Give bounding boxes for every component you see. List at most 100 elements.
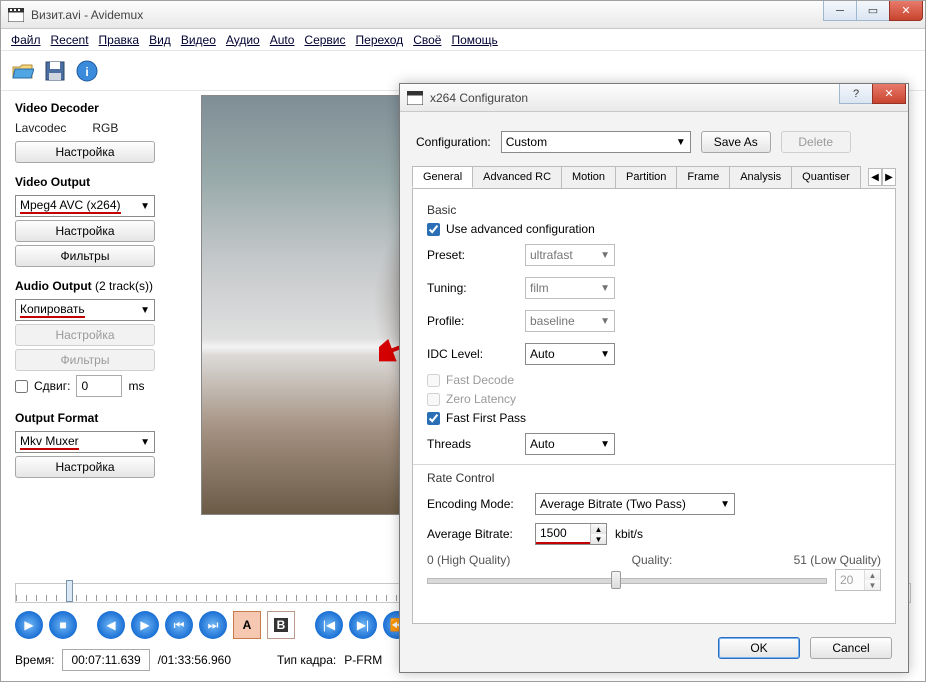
chevron-down-icon: ▼ (140, 305, 150, 316)
preset-select: ultrafast▼ (525, 244, 615, 266)
shift-label: Сдвиг: (34, 379, 70, 393)
tab-advanced-rc[interactable]: Advanced RC (472, 166, 562, 188)
shift-unit: ms (128, 379, 144, 393)
timeline-thumb[interactable] (66, 580, 73, 602)
configuration-select[interactable]: Custom▼ (501, 131, 691, 153)
frame-type-label: Тип кадра: (277, 653, 336, 667)
dialog-close-button[interactable]: ✕ (872, 84, 906, 104)
tab-general[interactable]: General (412, 166, 473, 188)
encoding-mode-select[interactable]: Average Bitrate (Two Pass)▼ (535, 493, 735, 515)
svg-text:i: i (85, 65, 88, 79)
decoder-name: Lavcodec (15, 121, 66, 135)
menu-view[interactable]: Вид (149, 33, 171, 47)
info-icon[interactable]: i (75, 59, 99, 83)
tab-content-general: Basic Use advanced configuration Preset:… (412, 189, 896, 624)
tab-analysis[interactable]: Analysis (729, 166, 792, 188)
tab-motion[interactable]: Motion (561, 166, 616, 188)
average-bitrate-spinner[interactable]: ▲▼ (535, 523, 607, 545)
audio-filters-button: Фильтры (15, 349, 155, 371)
audio-output-title: Audio Output (2 track(s)) (15, 279, 191, 293)
muxer-select[interactable]: Mkv Muxer▼ (15, 431, 155, 453)
basic-group-label: Basic (427, 203, 881, 217)
fast-first-pass-checkbox[interactable] (427, 412, 440, 425)
chevron-down-icon: ▼ (140, 201, 150, 212)
play-button[interactable]: ▶ (15, 611, 43, 639)
save-icon[interactable] (43, 59, 67, 83)
menu-custom[interactable]: Своё (413, 33, 441, 47)
main-titlebar: Визит.avi - Avidemux ─ ▭ ✕ (1, 1, 925, 29)
menu-file[interactable]: Файл (11, 33, 41, 47)
menu-video[interactable]: Видео (181, 33, 216, 47)
quality-spinner: ▲▼ (835, 569, 881, 591)
menu-audio[interactable]: Аудио (226, 33, 260, 47)
prev-keyframe-button[interactable]: ⏮ (165, 611, 193, 639)
chevron-down-icon: ▼ (676, 137, 686, 148)
menu-auto[interactable]: Auto (270, 33, 295, 47)
close-button[interactable]: ✕ (889, 1, 923, 21)
quality-slider (427, 569, 827, 591)
x264-config-dialog: x264 Configuraton ? ✕ Configuration: Cus… (399, 83, 909, 673)
configuration-label: Configuration: (416, 135, 491, 149)
window-title: Визит.avi - Avidemux (31, 8, 143, 22)
tab-scroll-right[interactable]: ▶ (882, 168, 896, 186)
decoder-configure-button[interactable]: Настройка (15, 141, 155, 163)
rate-control-label: Rate Control (427, 471, 881, 485)
spin-up-icon[interactable]: ▲ (591, 524, 606, 534)
video-filters-button[interactable]: Фильтры (15, 245, 155, 267)
tab-quantiser[interactable]: Quantiser (791, 166, 861, 188)
next-keyframe-button[interactable]: ⏭ (199, 611, 227, 639)
open-icon[interactable] (11, 59, 35, 83)
video-output-title: Video Output (15, 175, 191, 189)
format-configure-button[interactable]: Настройка (15, 456, 155, 478)
output-format-title: Output Format (15, 411, 191, 425)
menu-bar: Файл Recent Правка Вид Видео Аудио Auto … (1, 29, 925, 51)
audio-mode-select[interactable]: Копировать▼ (15, 299, 155, 321)
total-duration: /01:33:56.960 (158, 653, 231, 667)
delete-button: Delete (781, 131, 851, 153)
save-as-button[interactable]: Save As (701, 131, 771, 153)
video-configure-button[interactable]: Настройка (15, 220, 155, 242)
prev-frame-button[interactable]: ◀ (97, 611, 125, 639)
tab-scroll-left[interactable]: ◀ (868, 168, 882, 186)
goto-start-button[interactable]: |◀ (315, 611, 343, 639)
minimize-button[interactable]: ─ (823, 1, 857, 21)
time-value[interactable]: 00:07:11.639 (62, 649, 149, 671)
tuning-select: film▼ (525, 277, 615, 299)
dialog-help-button[interactable]: ? (839, 84, 873, 104)
shift-input[interactable] (76, 375, 122, 397)
zero-latency-checkbox (427, 393, 440, 406)
cancel-button[interactable]: Cancel (810, 637, 892, 659)
threads-select[interactable]: Auto▼ (525, 433, 615, 455)
next-frame-button[interactable]: ▶ (131, 611, 159, 639)
decoder-colorspace: RGB (92, 121, 118, 135)
average-bitrate-input[interactable] (536, 524, 590, 544)
profile-select: baseline▼ (525, 310, 615, 332)
menu-edit[interactable]: Правка (99, 33, 140, 47)
mark-a-button[interactable]: A (233, 611, 261, 639)
tab-frame[interactable]: Frame (676, 166, 730, 188)
use-advanced-checkbox[interactable] (427, 223, 440, 236)
dialog-title: x264 Configuraton (430, 91, 528, 105)
time-label: Время: (15, 653, 54, 667)
quality-slider-thumb (611, 571, 621, 589)
spin-down-icon[interactable]: ▼ (591, 534, 606, 544)
mark-b-button[interactable]: B (267, 611, 295, 639)
shift-checkbox[interactable] (15, 380, 28, 393)
video-decoder-title: Video Decoder (15, 101, 191, 115)
app-icon (7, 7, 25, 23)
tab-partition[interactable]: Partition (615, 166, 677, 188)
fast-decode-checkbox (427, 374, 440, 387)
stop-button[interactable]: ■ (49, 611, 77, 639)
ok-button[interactable]: OK (718, 637, 800, 659)
chevron-down-icon: ▼ (140, 437, 150, 448)
maximize-button[interactable]: ▭ (856, 1, 890, 21)
audio-configure-button: Настройка (15, 324, 155, 346)
menu-tools[interactable]: Сервис (304, 33, 345, 47)
idc-level-select[interactable]: Auto▼ (525, 343, 615, 365)
frame-type-value: P-FRM (344, 653, 382, 667)
goto-end-button[interactable]: ▶| (349, 611, 377, 639)
menu-go[interactable]: Переход (356, 33, 404, 47)
video-codec-select[interactable]: Mpeg4 AVC (x264)▼ (15, 195, 155, 217)
menu-recent[interactable]: Recent (51, 33, 89, 47)
menu-help[interactable]: Помощь (451, 33, 497, 47)
